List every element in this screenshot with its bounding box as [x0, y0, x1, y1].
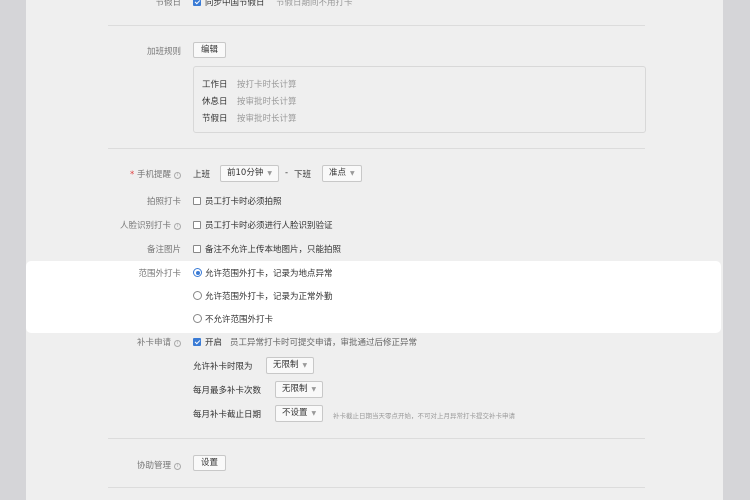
rule-day-restday: 休息日 [202, 97, 228, 107]
makeup-limit-label: 允许补卡时限为 [193, 362, 253, 372]
info-icon: i [174, 340, 181, 347]
note-pic-label: 备注图片 [146, 245, 181, 255]
reminder-dash: - [285, 168, 289, 178]
radio-icon [193, 291, 202, 300]
divider [108, 438, 645, 439]
face-label: 人脸识别打卡 i [120, 219, 181, 231]
range-option-0[interactable]: 允许范围外打卡，记录为地点异常 [193, 267, 333, 279]
reminder-off-label: 下班 [294, 170, 312, 180]
reminder-on-label: 上班 [193, 170, 211, 180]
info-icon: i [174, 172, 181, 179]
checkbox-icon [193, 245, 201, 253]
makeup-enable-checkbox[interactable]: 开启 [193, 336, 222, 348]
checkbox-icon [193, 197, 201, 205]
makeup-monthly-label: 每月最多补卡次数 [193, 386, 262, 396]
holiday-note: 节假日期间不用打卡 [276, 0, 353, 8]
holiday-label: 节假日 [155, 0, 181, 8]
overtime-edit-button[interactable]: 编辑 [193, 42, 227, 58]
radio-selected-icon [193, 268, 202, 277]
makeup-deadline-hint: 补卡截止日期当天零点开始，不可对上月异常打卡提交补卡申请 [333, 412, 515, 420]
divider [108, 487, 645, 488]
rule-day-workday: 工作日 [202, 80, 228, 90]
checkbox-checked-icon [193, 338, 201, 346]
makeup-deadline-select[interactable]: 不设置 ▼ [275, 405, 324, 422]
info-icon: i [174, 223, 181, 230]
range-option-1[interactable]: 允许范围外打卡，记录为正常外勤 [193, 290, 333, 302]
makeup-deadline-label: 每月补卡截止日期 [193, 410, 262, 420]
note-pic-checkbox[interactable]: 备注不允许上传本地图片，只能拍照 [193, 243, 341, 255]
rule-desc-holiday: 按审批时长计算 [237, 114, 297, 124]
highlight-range-section [26, 261, 721, 333]
makeup-label: 补卡申请 i [137, 336, 181, 348]
caret-down-icon: ▼ [302, 362, 308, 369]
reminder-on-select[interactable]: 前10分钟 ▼ [220, 165, 279, 182]
caret-down-icon: ▼ [311, 410, 317, 417]
range-option-2[interactable]: 不允许范围外打卡 [193, 313, 273, 325]
checkbox-checked-icon [193, 0, 201, 6]
caret-down-icon: ▼ [350, 170, 355, 177]
overtime-label: 加班规则 [146, 47, 181, 57]
photo-checkbox[interactable]: 员工打卡时必须拍照 [193, 195, 282, 207]
makeup-enable-desc: 员工异常打卡时可提交申请，审批通过后修正异常 [230, 338, 418, 348]
range-label: 范围外打卡 [138, 269, 181, 279]
divider [108, 148, 645, 149]
divider [108, 25, 645, 26]
rule-desc-restday: 按审批时长计算 [237, 97, 297, 107]
holiday-sync-checkbox[interactable]: 同步中国节假日 [193, 0, 265, 8]
face-checkbox[interactable]: 员工打卡时必须进行人脸识别验证 [193, 219, 333, 231]
reminder-label: * 手机提醒 i [130, 168, 181, 180]
caret-down-icon: ▼ [311, 386, 317, 393]
rule-desc-workday: 按打卡时长计算 [237, 80, 297, 90]
makeup-monthly-select[interactable]: 无限制 ▼ [275, 381, 324, 398]
reminder-off-select[interactable]: 准点 ▼ [322, 165, 362, 182]
checkbox-icon [193, 221, 201, 229]
overtime-rules-box: 工作日 按打卡时长计算 休息日 按审批时长计算 节假日 按审批时长计算 [193, 66, 646, 133]
info-icon: i [174, 463, 181, 470]
photo-label: 拍照打卡 [146, 197, 181, 207]
assist-setup-button[interactable]: 设置 [193, 455, 227, 471]
assist-label: 协助管理 i [137, 459, 181, 471]
radio-icon [193, 314, 202, 323]
rule-day-holiday: 节假日 [202, 114, 228, 124]
makeup-limit-select[interactable]: 无限制 ▼ [266, 357, 315, 374]
caret-down-icon: ▼ [267, 170, 272, 177]
